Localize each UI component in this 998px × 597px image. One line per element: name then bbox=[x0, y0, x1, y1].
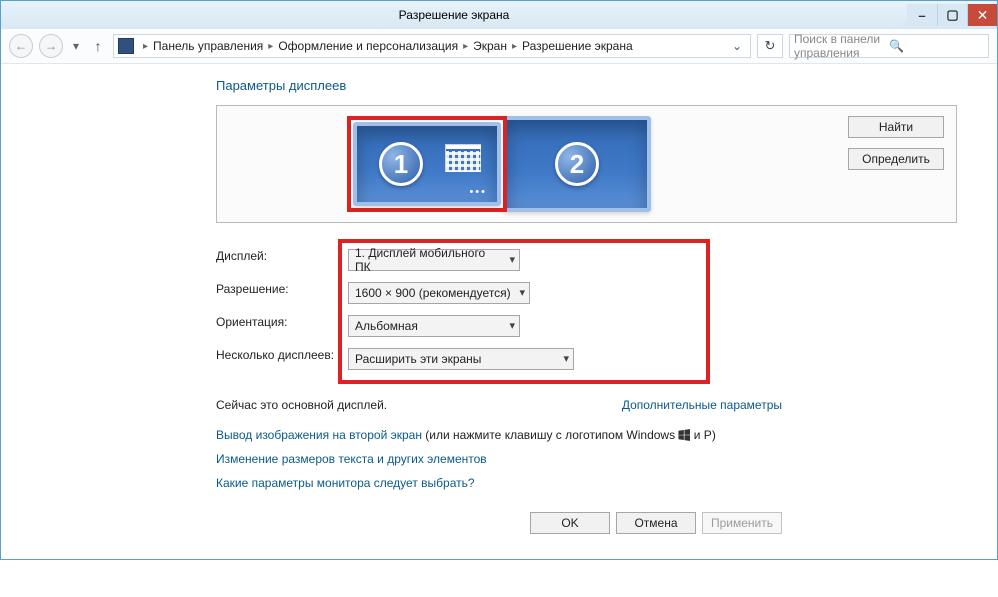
project-hint: Вывод изображения на второй экран (или н… bbox=[216, 428, 957, 442]
windows-logo-icon bbox=[678, 429, 690, 441]
nav-history-dropdown[interactable]: ▾ bbox=[69, 39, 83, 53]
multiple-displays-select-value: Расширить эти экраны bbox=[355, 352, 481, 366]
advanced-settings-link[interactable]: Дополнительные параметры bbox=[622, 398, 782, 412]
apply-button: Применить bbox=[702, 512, 782, 534]
monitor-1[interactable]: 1 ••• bbox=[353, 122, 501, 206]
display-select-value: 1. Дисплей мобильного ПК bbox=[355, 246, 501, 274]
multiple-displays-label: Несколько дисплеев: bbox=[216, 348, 342, 362]
resolution-select-value: 1600 × 900 (рекомендуется) bbox=[355, 286, 511, 300]
minimize-button[interactable]: – bbox=[907, 4, 937, 26]
breadcrumb[interactable]: ▸ Панель управления ▸ Оформление и персо… bbox=[113, 34, 751, 58]
breadcrumb-item[interactable]: Панель управления bbox=[153, 39, 263, 53]
orientation-label: Ориентация: bbox=[216, 315, 342, 329]
chevron-right-icon: ▸ bbox=[507, 41, 522, 52]
titlebar: Разрешение экрана – ▢ ✕ bbox=[1, 1, 997, 29]
window-frame: Разрешение экрана – ▢ ✕ ← → ▾ ↑ ▸ Панель… bbox=[0, 0, 998, 560]
identify-displays-button[interactable]: Определить bbox=[848, 148, 944, 170]
breadcrumb-item[interactable]: Экран bbox=[473, 39, 507, 53]
grid-icon bbox=[445, 144, 481, 172]
breadcrumb-dropdown-icon[interactable]: ⌄ bbox=[732, 39, 742, 53]
nav-back-button[interactable]: ← bbox=[9, 34, 33, 58]
nav-up-button[interactable]: ↑ bbox=[89, 38, 107, 54]
chevron-right-icon: ▸ bbox=[138, 41, 153, 52]
maximize-button[interactable]: ▢ bbox=[937, 4, 967, 26]
display-arrangement[interactable]: 1 ••• 2 bbox=[217, 106, 781, 222]
control-panel-icon bbox=[118, 38, 134, 54]
which-settings-link[interactable]: Какие параметры монитора следует выбрать… bbox=[216, 476, 475, 490]
window-title: Разрешение экрана bbox=[1, 8, 907, 22]
orientation-select[interactable]: Альбомная bbox=[348, 315, 520, 337]
orientation-select-value: Альбомная bbox=[355, 319, 418, 333]
text-size-link[interactable]: Изменение размеров текста и других элеме… bbox=[216, 452, 487, 466]
multiple-displays-select[interactable]: Расширить эти экраны bbox=[348, 348, 574, 370]
refresh-button[interactable]: ↻ bbox=[757, 34, 783, 58]
chevron-right-icon: ▸ bbox=[263, 41, 278, 52]
settings-highlight: 1. Дисплей мобильного ПК 1600 × 900 (рек… bbox=[338, 239, 710, 384]
nav-toolbar: ← → ▾ ↑ ▸ Панель управления ▸ Оформление… bbox=[1, 29, 997, 64]
breadcrumb-item[interactable]: Разрешение экрана bbox=[522, 39, 633, 53]
search-input[interactable]: Поиск в панели управления 🔍 bbox=[789, 34, 989, 58]
find-displays-button[interactable]: Найти bbox=[848, 116, 944, 138]
monitor-number-badge: 2 bbox=[555, 142, 599, 186]
chevron-right-icon: ▸ bbox=[458, 41, 473, 52]
page-heading: Параметры дисплеев bbox=[216, 78, 957, 93]
ellipsis-icon: ••• bbox=[469, 186, 487, 198]
nav-forward-button[interactable]: → bbox=[39, 34, 63, 58]
monitor-number-badge: 1 bbox=[379, 142, 423, 186]
resolution-select[interactable]: 1600 × 900 (рекомендуется) bbox=[348, 282, 530, 304]
project-second-screen-link[interactable]: Вывод изображения на второй экран bbox=[216, 428, 422, 442]
cancel-button[interactable]: Отмена bbox=[616, 512, 696, 534]
resolution-label: Разрешение: bbox=[216, 282, 342, 296]
primary-display-status: Сейчас это основной дисплей. bbox=[216, 398, 387, 412]
close-button[interactable]: ✕ bbox=[967, 4, 997, 26]
display-preview: 1 ••• 2 Найти Определить bbox=[216, 105, 957, 223]
monitor-1-highlight: 1 ••• bbox=[347, 116, 507, 212]
monitor-2[interactable]: 2 bbox=[503, 116, 651, 212]
breadcrumb-item[interactable]: Оформление и персонализация bbox=[278, 39, 458, 53]
search-icon: 🔍 bbox=[889, 39, 984, 53]
ok-button[interactable]: OK bbox=[530, 512, 610, 534]
display-select[interactable]: 1. Дисплей мобильного ПК bbox=[348, 249, 520, 271]
search-placeholder: Поиск в панели управления bbox=[794, 32, 889, 60]
page-content: Параметры дисплеев 1 ••• 2 Найти Определ… bbox=[1, 64, 997, 559]
window-controls: – ▢ ✕ bbox=[907, 4, 997, 26]
display-label: Дисплей: bbox=[216, 249, 342, 263]
